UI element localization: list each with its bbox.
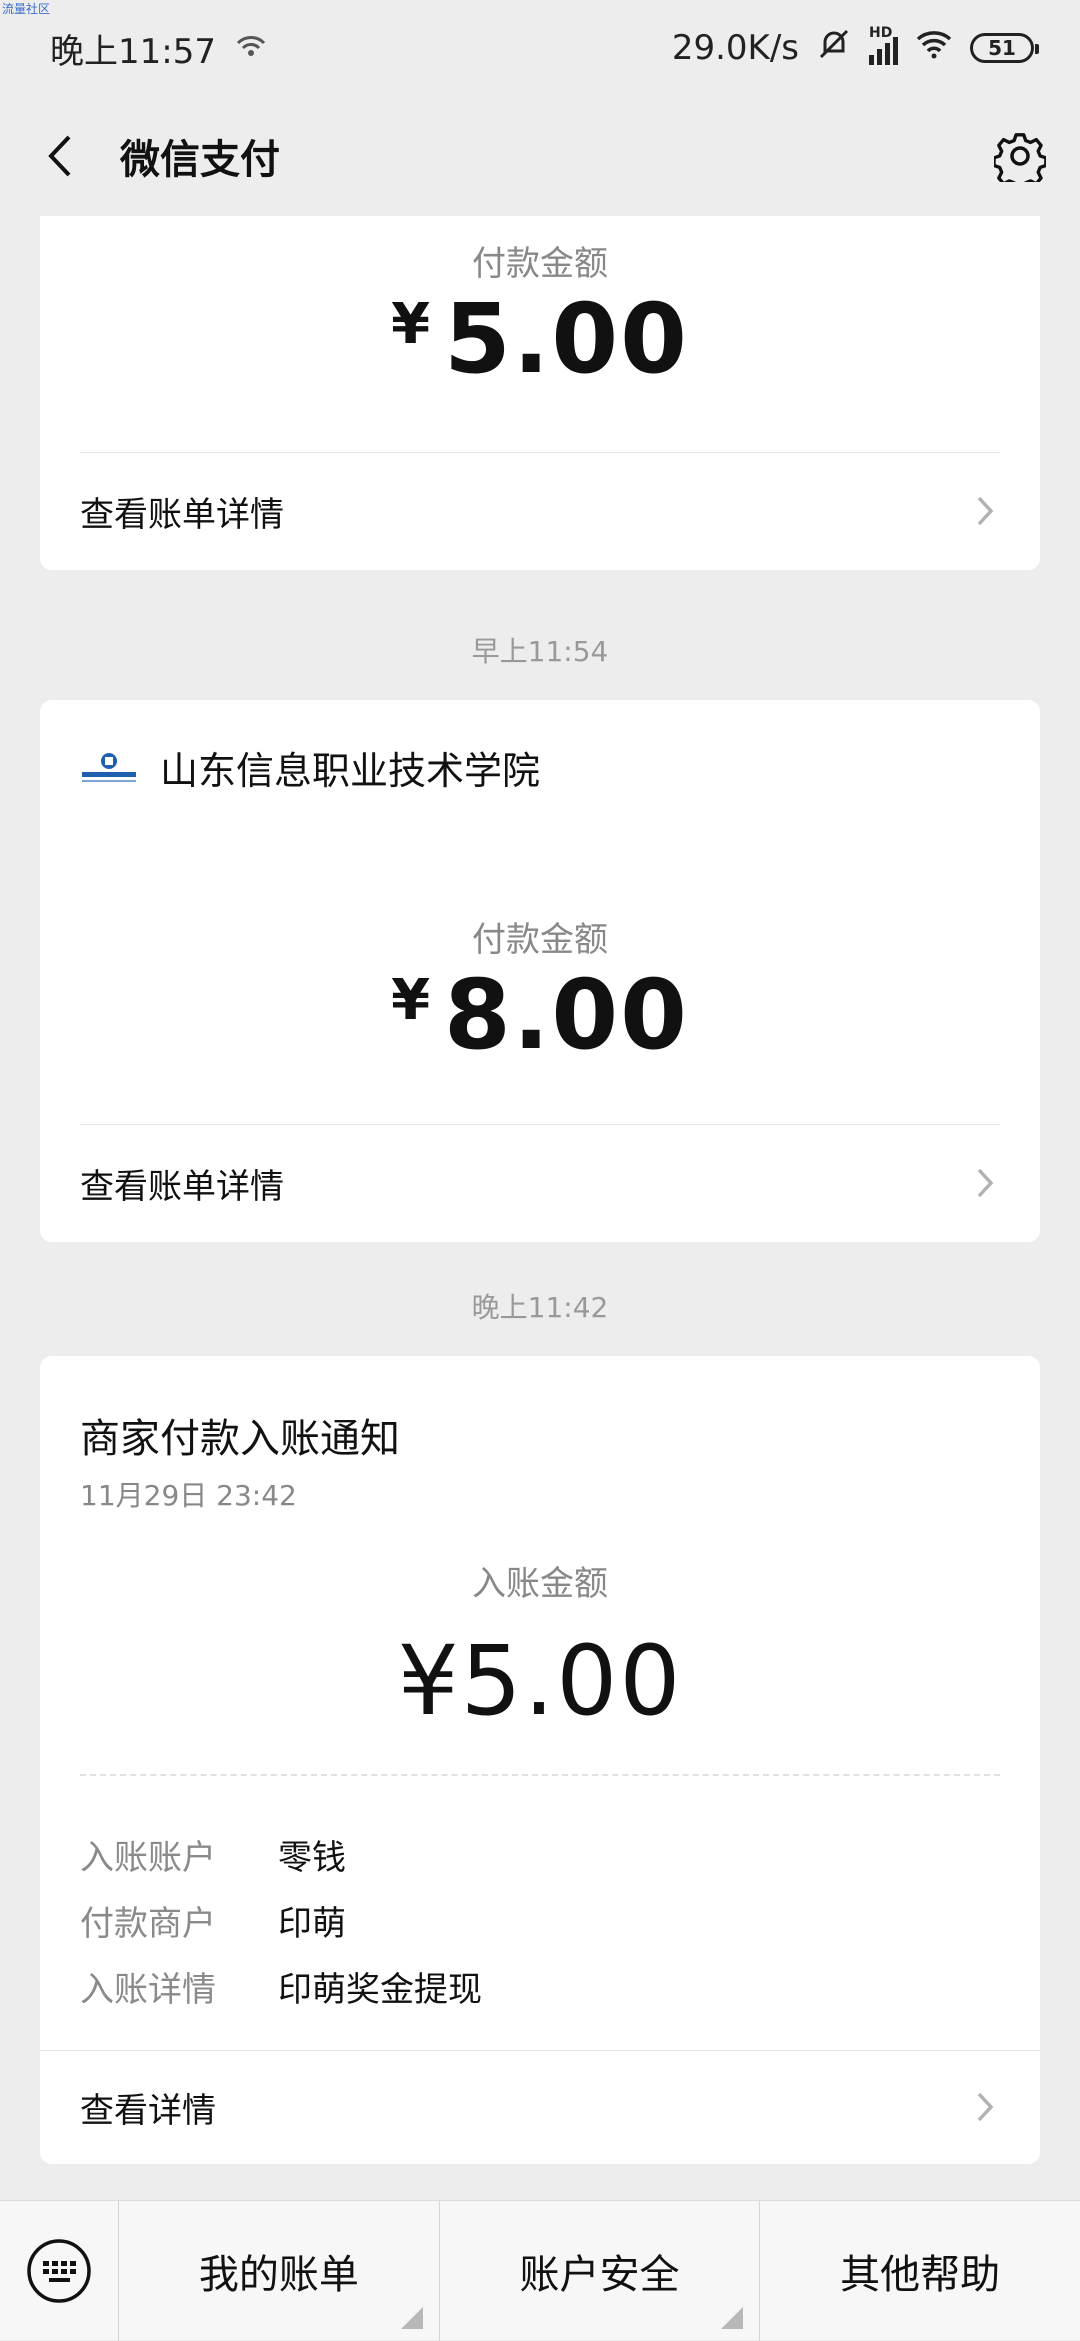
detail-key: 付款商户 [80,1904,216,1944]
net-speed: 29.0K/s [671,28,799,68]
detail-row: 入账详情 印萌奖金提现 [80,1962,482,2011]
menu-label: 账户安全 [519,2251,680,2298]
payment-card: 付款金额 ¥5.00 查看账单详情 [40,216,1040,570]
divider [40,2050,1040,2051]
gear-icon[interactable] [990,126,1050,186]
status-time: 晚上11:57 [50,31,216,72]
detail-value: 印萌 [278,1904,346,1944]
view-bill-details-link[interactable]: 查看账单详情 [80,1128,1000,1238]
detail-key: 入账账户 [80,1838,216,1878]
chevron-right-icon [970,1168,1000,1198]
status-bar: 晚上11:57 29.0K/s HD 51 [0,0,1080,96]
cellular-signal-icon: HD [869,25,898,65]
amount-number: 8.00 [444,959,689,1071]
link-label: 查看详情 [80,2090,216,2131]
detail-value: 印萌奖金提现 [278,1970,482,2010]
amount-block: 入账金额 ¥5.00 [40,1556,1040,1729]
amount-value: ¥5.00 [397,1625,683,1737]
income-notice-card: 商家付款入账通知 11月29日 23:42 入账金额 ¥5.00 入账账户 零钱… [40,1356,1040,2164]
amount-label: 付款金额 [472,920,608,960]
nav-bar: 微信支付 [0,96,1080,216]
divider [80,1124,1000,1125]
chevron-right-icon [970,2092,1000,2122]
menu-label: 其他帮助 [840,2251,1001,2298]
currency-symbol: ¥ [391,292,433,357]
submenu-indicator-icon [400,2306,423,2329]
amount-block: 付款金额 ¥8.00 [40,912,1040,1063]
amount-value: ¥8.00 [40,967,1040,1063]
currency-symbol: ¥ [391,968,433,1033]
link-label: 查看账单详情 [80,1166,284,1207]
menu-label: 我的账单 [198,2251,359,2298]
menu-account-security[interactable]: 账户安全 [438,2200,760,2341]
view-bill-details-link[interactable]: 查看账单详情 [80,456,1000,566]
merchant-name: 山东信息职业技术学院 [160,749,541,793]
message-list[interactable]: 付款金额 ¥5.00 查看账单详情 早上11:54 山东信息职业技术学院 付款金… [0,216,1080,2200]
amount-value: ¥5.00 [40,291,1040,387]
amount-number: 5.00 [444,283,689,395]
detail-value: 零钱 [278,1838,346,1878]
view-details-link[interactable]: 查看详情 [80,2052,1000,2162]
menu-my-bills[interactable]: 我的账单 [118,2200,439,2341]
merchant-row: 山东信息职业技术学院 [80,740,540,795]
amount-block: 付款金额 ¥5.00 [40,236,1040,387]
back-icon[interactable] [30,126,90,186]
bottom-menu-bar: 我的账单 账户安全 其他帮助 [0,2200,1080,2341]
signal-hd-label: HD [869,25,893,41]
submenu-indicator-icon [721,2306,744,2329]
notice-date: 11月29日 23:42 [80,1479,297,1512]
page-title: 微信支付 [120,137,280,183]
divider [80,452,1000,453]
detail-row: 入账账户 零钱 [80,1830,346,1879]
keyboard-icon [27,2238,91,2303]
detail-key: 入账详情 [80,1970,216,2010]
mute-icon [817,27,851,70]
amount-label: 入账金额 [472,1564,608,1604]
detail-row: 付款商户 印萌 [80,1896,346,1945]
chevron-right-icon [970,496,1000,526]
payment-card: 山东信息职业技术学院 付款金额 ¥8.00 查看账单详情 [40,700,1040,1242]
dashed-divider [80,1774,1000,1776]
amount-label: 付款金额 [472,244,608,284]
keyboard-toggle-button[interactable] [0,2201,118,2341]
link-label: 查看账单详情 [80,494,284,535]
message-time: 早上11:54 [471,635,609,668]
battery-indicator: 51 [970,33,1039,63]
notice-title: 商家付款入账通知 [80,1416,400,1462]
message-time: 晚上11:42 [471,1291,609,1324]
wifi-icon [916,28,952,68]
bank-logo-icon [80,750,138,786]
menu-other-help[interactable]: 其他帮助 [759,2200,1080,2341]
hotspot-icon [234,28,268,68]
